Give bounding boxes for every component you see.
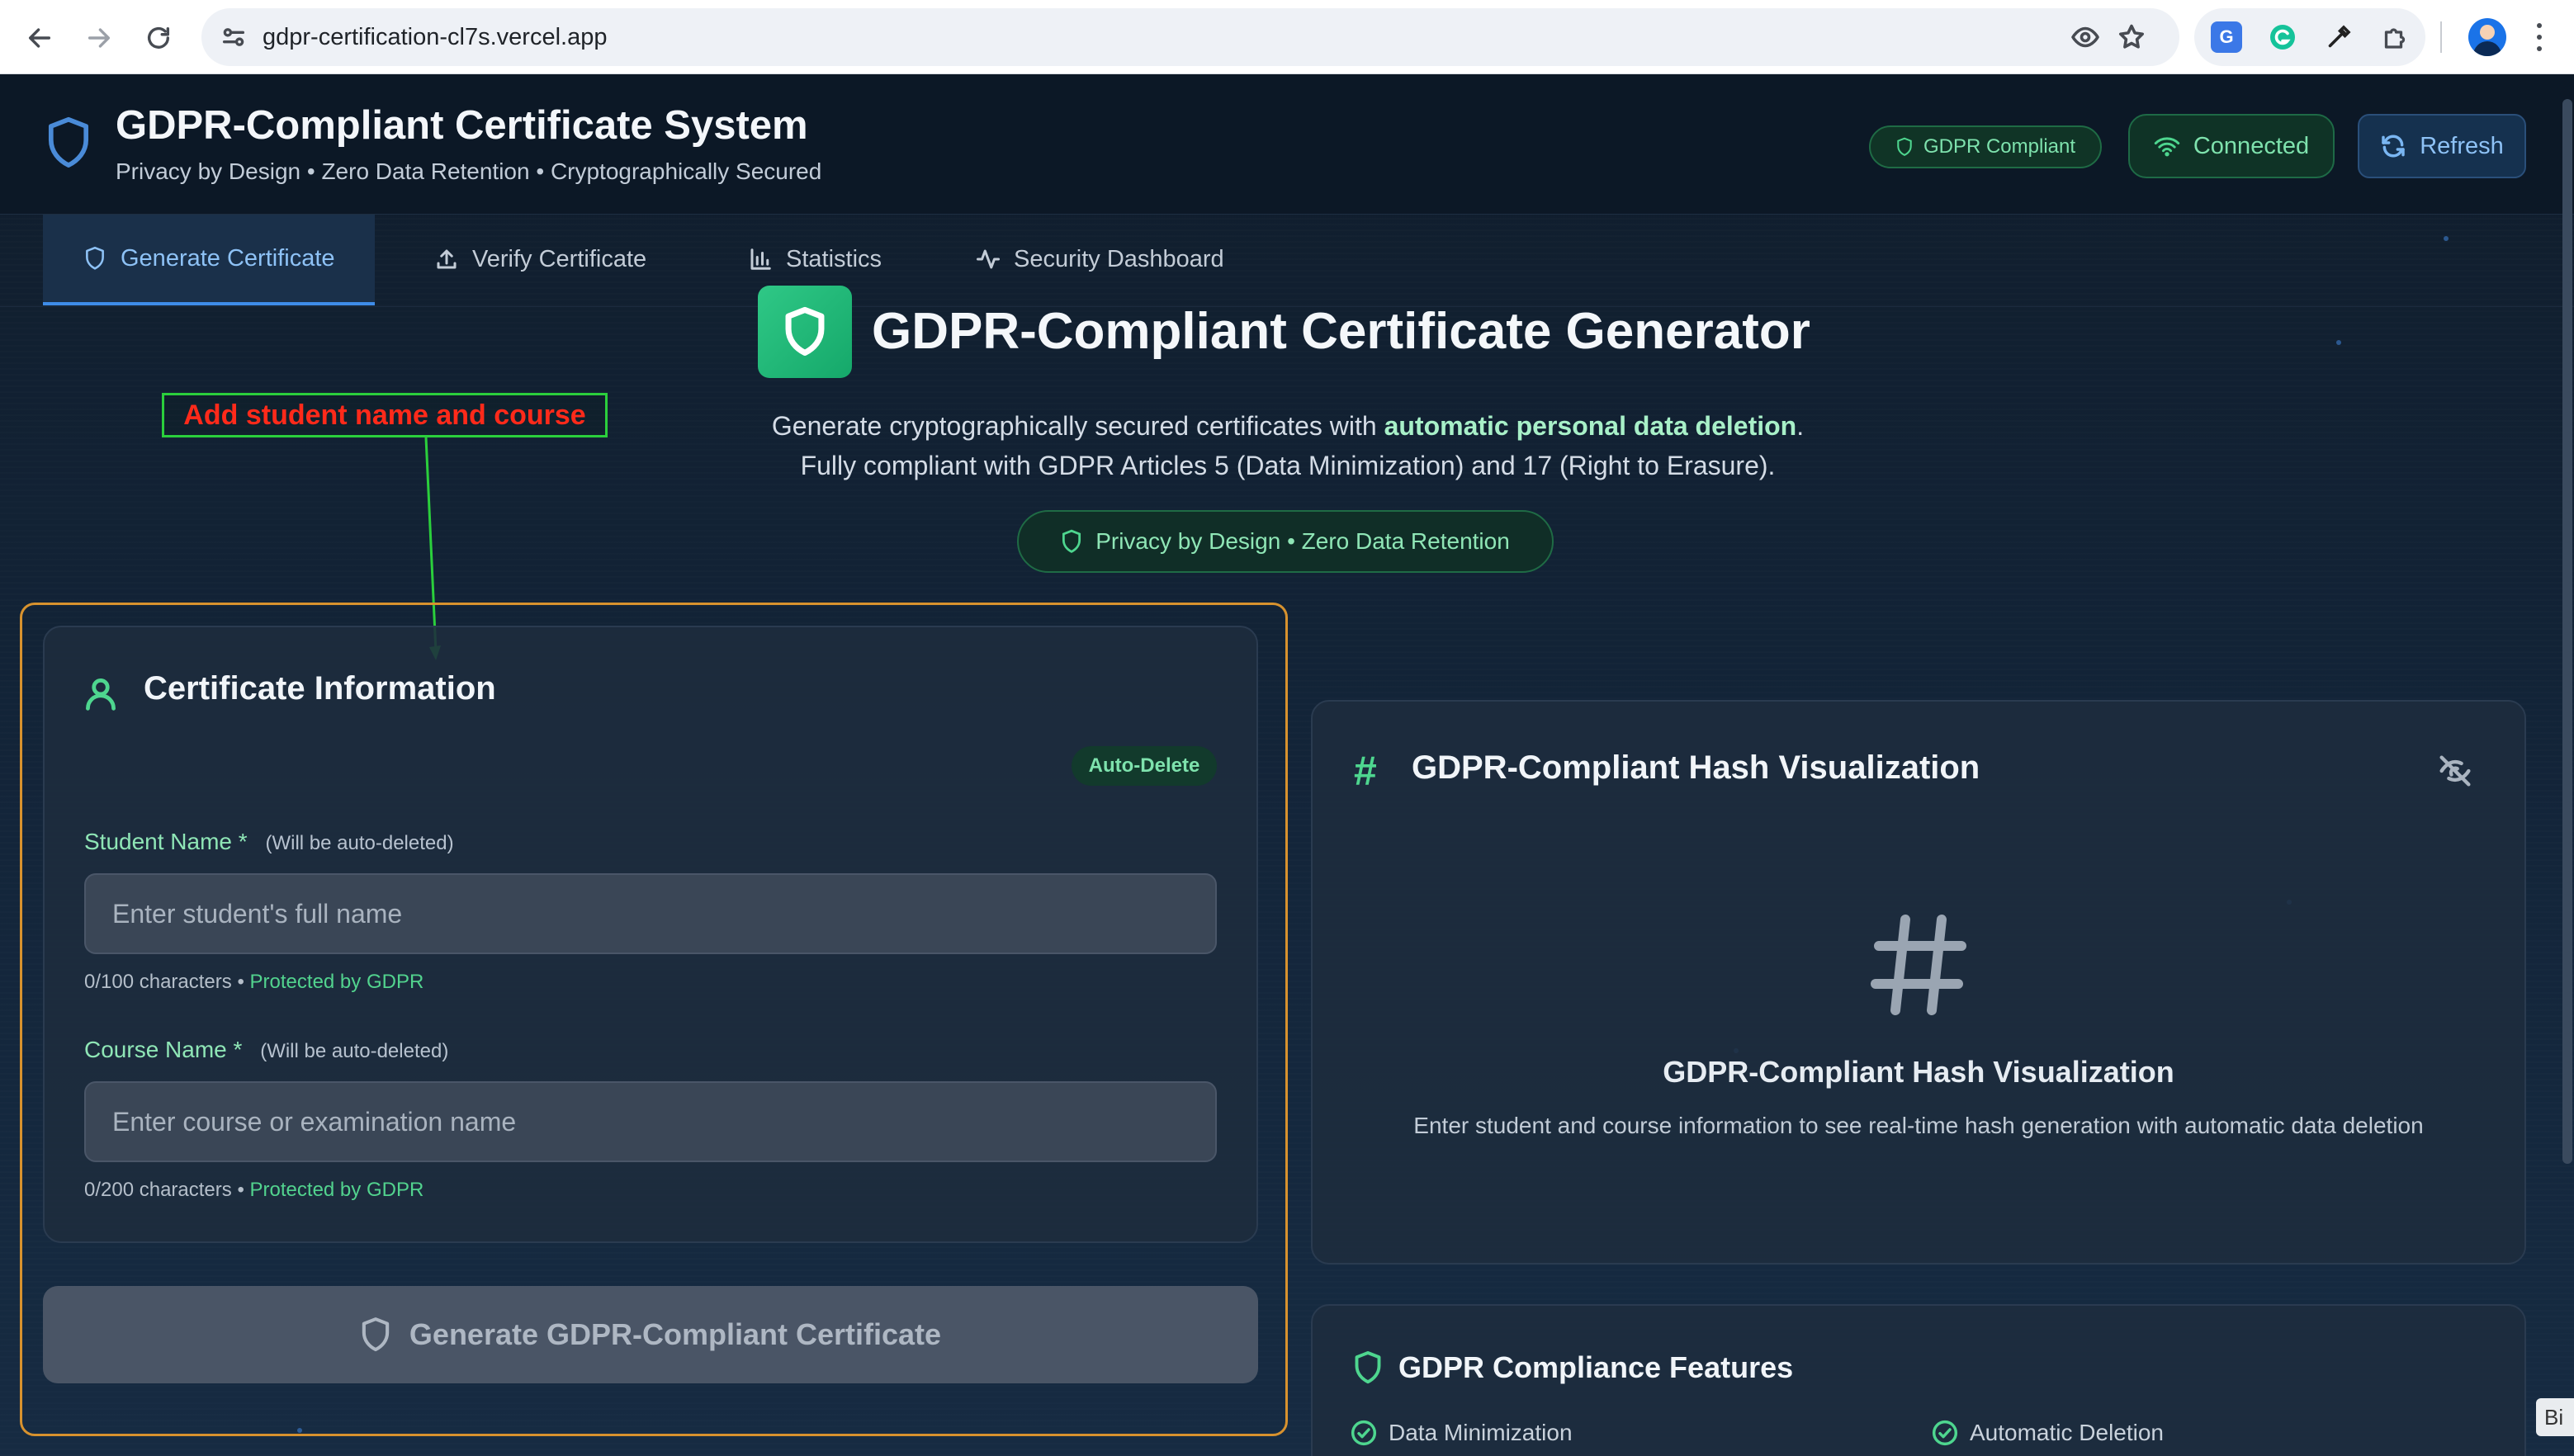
- address-bar[interactable]: gdpr-certification-cl7s.vercel.app: [201, 8, 2179, 66]
- annotation-label: Add student name and course: [162, 393, 608, 437]
- student-char-count: 0/100 characters • Protected by GDPR: [84, 971, 423, 994]
- activity-icon: [977, 249, 1000, 269]
- student-name-input[interactable]: [84, 873, 1217, 954]
- eye-off-toggle-icon[interactable]: [2437, 754, 2473, 787]
- shield-icon: [1352, 1350, 1384, 1385]
- privacy-pill: Privacy by Design • Zero Data Retention: [1017, 510, 1554, 573]
- required-marker: *: [233, 1037, 243, 1062]
- back-button[interactable]: [20, 18, 59, 58]
- student-label-text: Student Name: [84, 829, 232, 854]
- arrow-right-icon: [88, 28, 111, 48]
- hash-icon: #: [1354, 748, 1377, 794]
- tab-label: Verify Certificate: [472, 245, 647, 272]
- connected-label: Connected: [2193, 132, 2310, 159]
- eyedropper-extension-icon[interactable]: [2323, 21, 2354, 53]
- hero-description: Generate cryptographically secured certi…: [578, 406, 1998, 485]
- connected-status-button[interactable]: Connected: [2128, 114, 2335, 178]
- puzzle-extensions-icon[interactable]: [2379, 21, 2411, 53]
- reload-button[interactable]: [139, 18, 178, 58]
- reload-icon: [147, 26, 170, 49]
- features-title: GDPR Compliance Features: [1398, 1350, 1794, 1384]
- page-scrollbar[interactable]: [2562, 99, 2572, 1164]
- eye-icon[interactable]: [2070, 22, 2100, 52]
- bullet-separator: •: [237, 971, 244, 993]
- refresh-icon: [2382, 135, 2405, 158]
- tab-verify-certificate[interactable]: Verify Certificate: [395, 215, 686, 304]
- course-char-count: 0/200 characters • Protected by GDPR: [84, 1179, 423, 1202]
- shield-icon: [1062, 529, 1081, 553]
- upload-icon: [437, 249, 457, 269]
- tab-security-dashboard[interactable]: Security Dashboard: [936, 215, 1264, 304]
- auto-delete-badge: Auto-Delete: [1072, 746, 1217, 786]
- shield-icon: [86, 246, 104, 270]
- grammarly-extension-icon[interactable]: [2267, 21, 2298, 53]
- browser-toolbar: gdpr-certification-cl7s.vercel.app G: [0, 0, 2574, 74]
- bullet-separator: •: [237, 1179, 244, 1201]
- hash-empty-description: Enter student and course information to …: [1413, 1113, 2424, 1138]
- privacy-pill-label: Privacy by Design • Zero Data Retention: [1095, 528, 1510, 554]
- hero-desc-before: Generate cryptographically secured certi…: [771, 411, 1384, 441]
- refresh-button[interactable]: Refresh: [2358, 114, 2526, 178]
- bookmark-star-icon[interactable]: [2117, 22, 2146, 52]
- feature-label: Automatic Deletion: [1970, 1420, 2165, 1445]
- bar-chart-icon: [750, 248, 771, 270]
- feature-item: Data Minimization: [1351, 1420, 1573, 1446]
- check-circle-icon: [1351, 1420, 1377, 1446]
- user-icon: [83, 675, 119, 711]
- forward-button[interactable]: [79, 18, 119, 58]
- hash-empty-title: GDPR-Compliant Hash Visualization: [1663, 1055, 2174, 1089]
- app-header: GDPR-Compliant Certificate System Privac…: [0, 74, 2574, 215]
- course-label-text: Course Name: [84, 1037, 227, 1062]
- refresh-label: Refresh: [2420, 132, 2504, 159]
- check-circle-icon: [1932, 1420, 1958, 1446]
- shield-logo-icon: [45, 116, 92, 170]
- protected-label: Protected by GDPR: [249, 971, 424, 993]
- hero-desc-bold: automatic personal data deletion: [1384, 411, 1797, 441]
- wifi-icon: [2154, 137, 2180, 157]
- toolbar-divider: [2440, 21, 2442, 53]
- gdpr-badge-label: GDPR Compliant: [1923, 135, 2076, 158]
- arrow-left-icon: [28, 28, 51, 48]
- corner-tag[interactable]: Bi: [2536, 1398, 2574, 1436]
- course-name-label: Course Name * (Will be auto-deleted): [84, 1037, 448, 1063]
- hero-title: GDPR-Compliant Certificate Generator: [872, 303, 1810, 360]
- generate-button-label: Generate GDPR-Compliant Certificate: [409, 1317, 942, 1351]
- protected-label: Protected by GDPR: [249, 1179, 424, 1201]
- tab-label: Statistics: [786, 245, 882, 272]
- certificate-info-title: Certificate Information: [144, 670, 496, 707]
- browser-menu-icon[interactable]: [2531, 20, 2548, 54]
- char-count-text: 0/200 characters: [84, 1179, 232, 1201]
- char-count-text: 0/100 characters: [84, 971, 232, 993]
- tab-label: Generate Certificate: [121, 244, 335, 272]
- main-tabs: Generate Certificate Verify Certificate …: [0, 215, 2574, 307]
- auto-delete-note: (Will be auto-deleted): [260, 1040, 449, 1062]
- gdpr-compliant-badge: GDPR Compliant: [1869, 125, 2102, 168]
- profile-avatar[interactable]: [2468, 18, 2506, 56]
- hero-desc-after: .: [1796, 411, 1805, 441]
- app-title: GDPR-Compliant Certificate System: [116, 103, 808, 148]
- required-marker: *: [238, 829, 248, 854]
- generate-certificate-button[interactable]: Generate GDPR-Compliant Certificate: [43, 1286, 1258, 1383]
- tab-label: Security Dashboard: [1014, 245, 1224, 272]
- course-name-input[interactable]: [84, 1081, 1217, 1162]
- extensions-group: G: [2194, 8, 2425, 66]
- url-text[interactable]: gdpr-certification-cl7s.vercel.app: [263, 8, 607, 66]
- feature-label: Data Minimization: [1389, 1420, 1573, 1445]
- feature-item: Automatic Deletion: [1932, 1420, 2164, 1446]
- site-settings-icon[interactable]: [220, 23, 248, 51]
- hero-shield-icon: [758, 286, 852, 378]
- shield-icon: [362, 1317, 390, 1352]
- app-subtitle: Privacy by Design • Zero Data Retention …: [116, 158, 822, 184]
- shield-icon: [1897, 137, 1912, 157]
- student-name-label: Student Name * (Will be auto-deleted): [84, 829, 454, 855]
- large-hash-icon: [1867, 911, 1970, 1019]
- auto-delete-note: (Will be auto-deleted): [265, 832, 454, 854]
- hash-panel-title: GDPR-Compliant Hash Visualization: [1412, 749, 1980, 786]
- translate-extension-icon[interactable]: G: [2211, 21, 2242, 53]
- tab-generate-certificate[interactable]: Generate Certificate: [43, 215, 375, 305]
- hero-desc-line2: Fully compliant with GDPR Articles 5 (Da…: [800, 451, 1776, 480]
